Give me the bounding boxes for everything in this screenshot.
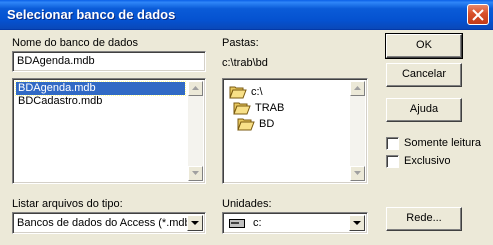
drive-icon [229,219,245,228]
list-item[interactable]: BDCadastro.mdb [16,95,104,108]
read-only-label: Somente leitura [404,137,482,149]
close-button[interactable] [467,4,489,25]
file-list[interactable]: BDAgenda.mdb BDCadastro.mdb [12,78,206,184]
drive-dropdown-button[interactable] [349,215,365,231]
folder-item-label: c:\ [251,86,263,98]
current-path: c:\trab\bd [222,57,268,69]
window-title: Selecionar banco de dados [7,7,176,22]
db-name-input[interactable]: BDAgenda.mdb [12,51,206,72]
folder-tree-scrollbar[interactable] [350,81,365,181]
folder-tree[interactable]: c:\ TRAB BD [222,78,368,184]
scroll-down-button[interactable] [350,166,365,181]
cancel-button[interactable]: Cancelar [386,63,462,87]
db-name-label: Nome do banco de dados [12,37,138,49]
list-item[interactable]: BDAgenda.mdb [15,81,186,96]
scroll-down-icon [192,171,199,175]
file-types-label: Listar arquivos do tipo: [12,198,123,210]
drive-select[interactable]: c: [222,212,368,234]
select-database-dialog: Selecionar banco de dados Nome do banco … [0,0,493,245]
scroll-up-icon [192,86,199,90]
title-bar[interactable]: Selecionar banco de dados [0,0,493,30]
scroll-up-button[interactable] [350,81,365,96]
folders-label: Pastas: [222,37,259,49]
close-icon [472,9,484,21]
chevron-down-icon [353,221,361,225]
scroll-up-button[interactable] [188,81,203,96]
scroll-up-icon [354,86,361,90]
ok-button[interactable]: OK [385,33,463,59]
open-folder-icon [229,86,247,99]
file-type-select[interactable]: Bancos de dados do Access (*.mdb) [12,212,206,234]
exclusive-label: Exclusivo [404,155,451,167]
open-folder-icon [233,102,251,115]
read-only-checkbox-box[interactable] [386,137,399,150]
drive-value: c: [253,217,262,229]
folder-item-label: TRAB [255,102,285,114]
file-type-value: Bancos de dados do Access (*.mdb) [17,217,187,229]
scroll-down-button[interactable] [188,166,203,181]
drives-label: Unidades: [222,198,272,210]
network-button[interactable]: Rede... [386,207,462,231]
exclusive-checkbox-box[interactable] [386,155,399,168]
folder-item-label: BD [259,118,275,130]
chevron-down-icon [191,221,199,225]
file-list-scrollbar[interactable] [188,81,203,181]
help-button[interactable]: Ajuda [386,98,462,122]
file-type-dropdown-button[interactable] [187,215,203,231]
scroll-down-icon [354,171,361,175]
open-folder-icon [237,118,255,131]
